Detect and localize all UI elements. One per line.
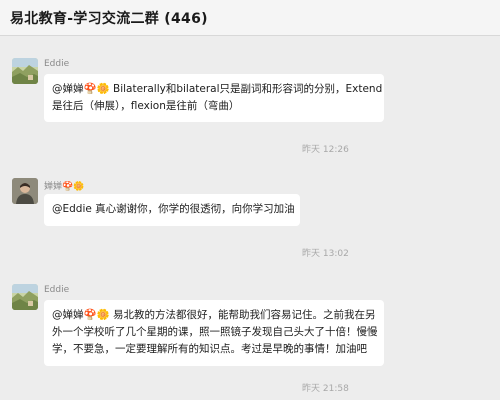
message-text-line: 是往后（伸展），flexion是往前（弯曲）	[52, 100, 240, 112]
person-avatar-icon[interactable]	[12, 178, 38, 204]
message-bubble[interactable]: @婵婵🍄🌼 易北教的方法都很好，能帮助我们容易记住。之前我在另 外一个学校听了几…	[44, 300, 384, 366]
sender-name: 婵婵🍄🌼	[44, 182, 85, 192]
sender-name: Eddie	[44, 59, 70, 69]
message-bubble[interactable]: @婵婵🍄🌼 Bilaterally和bilateral只是副词和形容词的分别，E…	[44, 74, 384, 122]
message-bubble[interactable]: @Eddie 真心谢谢你，你学的很透彻，向你学习加油	[44, 194, 300, 226]
message-text-line: 外一个学校听了几个星期的课，照一照镜子发现自己头大了十倍！慢慢	[52, 326, 378, 338]
message-text-line: @Eddie 真心谢谢你，你学的很透彻，向你学习加油	[52, 203, 295, 215]
landscape-avatar-icon[interactable]	[12, 58, 38, 84]
chat-title[interactable]: 易北教育-学习交流二群 (446)	[10, 8, 208, 28]
sender-name: Eddie	[44, 285, 70, 295]
message-text-line: @婵婵🍄🌼 易北教的方法都很好，能帮助我们容易记住。之前我在另	[52, 309, 376, 321]
message-timestamp: 昨天 13:02	[302, 249, 349, 259]
message-timestamp: 昨天 21:58	[302, 384, 349, 394]
landscape-avatar-icon[interactable]	[12, 284, 38, 310]
message-text-line: 学，不要急，一定要理解所有的知识点。考过是早晚的事情！加油吧	[52, 343, 367, 355]
chat-header: 易北教育-学习交流二群 (446)	[0, 0, 500, 36]
message-timestamp: 昨天 12:26	[302, 145, 349, 155]
message-text-line: @婵婵🍄🌼 Bilaterally和bilateral只是副词和形容词的分别，E…	[52, 83, 383, 95]
